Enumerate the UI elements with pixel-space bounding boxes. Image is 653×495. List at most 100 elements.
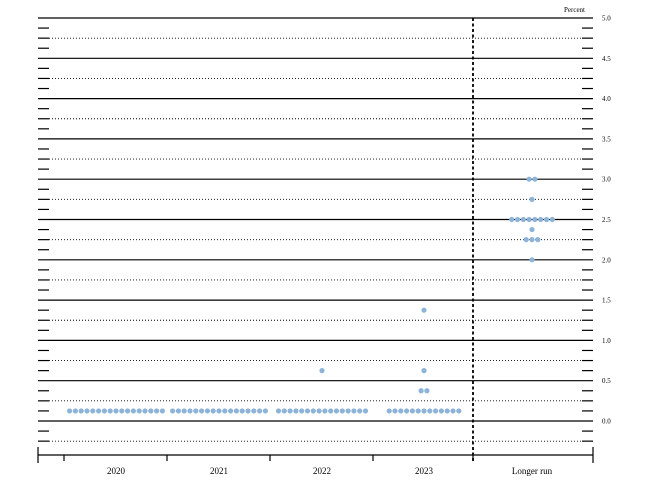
data-point (245, 408, 251, 414)
data-point (299, 408, 305, 414)
data-point (204, 408, 210, 414)
data-point (526, 216, 532, 223)
x-axis: 2020 2021 2022 2023 Longer run (37, 447, 594, 476)
data-point (345, 408, 351, 414)
dot-plot-chart: Percent 5.0 4.5 4.0 3.5 3.0 2.5 2.0 1.5 1.0 0.5 0.… (37, 6, 611, 476)
data-point (433, 408, 439, 414)
data-point (187, 408, 193, 414)
data-point (535, 237, 541, 243)
data-point (275, 408, 282, 414)
data-point (84, 408, 90, 414)
data-point (421, 408, 427, 414)
data-point (351, 408, 357, 414)
data-point (427, 408, 433, 414)
data-point (228, 408, 234, 414)
y-tick-label: 2.5 (602, 216, 611, 224)
data-point (538, 216, 544, 223)
data-point (251, 408, 257, 414)
data-point (78, 408, 84, 414)
data-point (233, 408, 239, 414)
gridlines (38, 17, 593, 461)
data-point (239, 408, 245, 414)
data-point (148, 408, 154, 414)
data-point (456, 408, 462, 414)
data-point (421, 368, 427, 374)
data-point (362, 408, 369, 414)
data-point (421, 307, 427, 313)
data-point (529, 196, 535, 202)
data-point (357, 408, 363, 414)
data-point (404, 408, 410, 414)
data-point (90, 408, 96, 414)
data-point (130, 408, 136, 414)
y-tick-label: 5.0 (602, 15, 611, 23)
data-point (386, 408, 392, 414)
y-tick-label: 2.0 (602, 256, 611, 264)
data-point (392, 408, 398, 414)
y-tick-label: 4.5 (602, 55, 611, 63)
data-point (444, 408, 450, 414)
data-point (170, 408, 176, 414)
data-points (67, 176, 555, 414)
data-point (136, 408, 142, 414)
data-point (125, 408, 131, 414)
data-point (262, 408, 268, 414)
x-category-label: 2021 (210, 466, 228, 476)
data-point (438, 408, 444, 414)
data-point (281, 408, 287, 414)
x-category-label: 2020 (107, 466, 126, 476)
data-point (450, 408, 456, 414)
data-point (113, 408, 119, 414)
data-point (175, 408, 181, 414)
data-point (304, 408, 311, 414)
x-category-label: 2022 (313, 466, 331, 476)
data-point (142, 408, 148, 414)
data-point (216, 408, 222, 414)
data-point (222, 408, 228, 414)
y-tick-label: 3.0 (602, 176, 611, 184)
data-point (339, 408, 345, 414)
data-point (287, 408, 293, 414)
y-tick-label: 1.0 (602, 337, 611, 345)
data-point (101, 408, 107, 414)
data-point (72, 408, 78, 414)
data-point (193, 408, 199, 414)
data-point (96, 408, 102, 414)
data-point (319, 368, 325, 374)
y-tick-label: 0.0 (602, 418, 611, 426)
data-point (514, 216, 521, 223)
y-tick-label: 3.5 (602, 135, 611, 143)
data-point (424, 388, 430, 394)
data-point (333, 408, 340, 414)
data-point (532, 216, 538, 223)
data-point (418, 388, 424, 394)
y-tick-label: 0.5 (602, 377, 611, 385)
data-point (107, 408, 113, 414)
data-point (67, 408, 73, 414)
data-point (532, 176, 538, 182)
data-point (154, 408, 160, 414)
data-point (529, 237, 535, 243)
data-point (210, 408, 216, 414)
data-point (159, 408, 165, 414)
data-point (509, 216, 515, 223)
data-point (322, 408, 328, 414)
data-point (398, 408, 404, 414)
data-point (119, 408, 125, 414)
data-point (415, 408, 421, 414)
data-point (523, 237, 529, 243)
data-point (520, 216, 526, 223)
data-point (543, 216, 550, 223)
data-point (529, 257, 535, 263)
data-point (549, 216, 555, 223)
data-point (257, 408, 263, 414)
y-axis-labels: 5.0 4.5 4.0 3.5 3.0 2.5 2.0 1.5 1.0 0.5 0.0 (602, 15, 611, 426)
data-point (310, 408, 316, 414)
y-tick-label: 4.0 (602, 95, 611, 103)
x-category-label: 2023 (415, 466, 434, 476)
y-tick-label: 1.5 (602, 297, 611, 305)
data-point (529, 226, 535, 233)
unit-label: Percent (564, 6, 585, 14)
data-point (526, 176, 532, 182)
data-point (199, 408, 205, 414)
